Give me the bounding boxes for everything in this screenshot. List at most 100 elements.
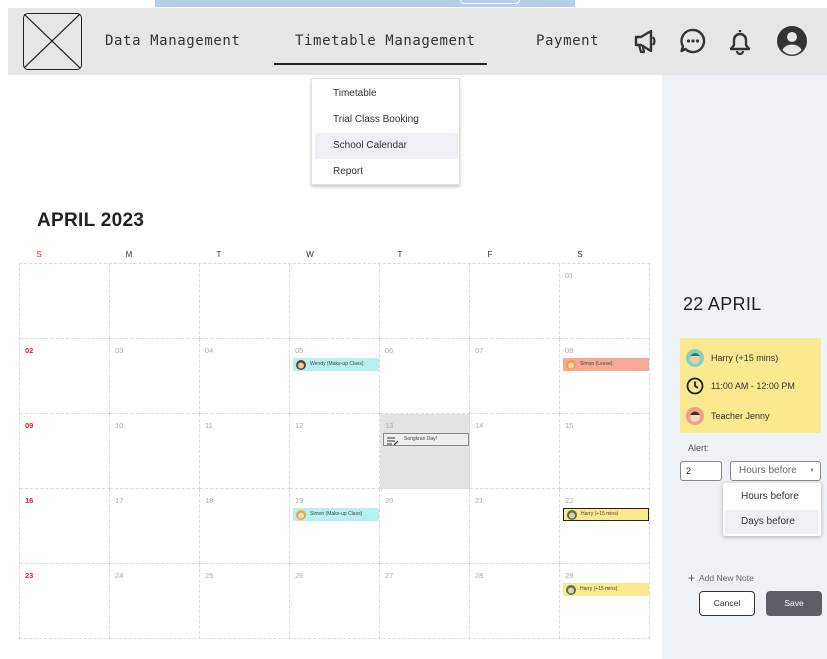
teacher-row: Teacher Jenny [684, 406, 819, 426]
event-makeup-class[interactable]: Wendy (Make-up Class) [293, 358, 379, 371]
option-days-before[interactable]: Days before [725, 510, 818, 534]
day-number: 18 [205, 496, 214, 505]
calendar-day[interactable]: 05 Wendy (Make-up Class) [290, 339, 380, 414]
calendar-day[interactable] [200, 264, 290, 339]
day-number: 08 [565, 346, 574, 355]
logo-placeholder[interactable] [23, 13, 82, 70]
day-number: 23 [25, 571, 34, 580]
event-extended-class[interactable]: Harry (+15 mins) [563, 583, 649, 596]
calendar-day[interactable]: 08 Simon (Leave) [560, 339, 650, 414]
day-number: 28 [475, 571, 484, 580]
day-number: 14 [475, 421, 484, 430]
event-extended-class-selected[interactable]: Harry (+15 mins) [563, 508, 649, 521]
note-icon [387, 436, 399, 446]
weekday-wednesday: W [306, 250, 314, 259]
event-leave[interactable]: Simon (Leave) [563, 358, 649, 371]
event-label: Simon (Leave) [580, 361, 613, 367]
calendar-day[interactable]: 18 [200, 489, 290, 564]
alert-amount-input[interactable]: 2 [680, 461, 722, 481]
chat-icon[interactable] [679, 27, 707, 55]
megaphone-icon[interactable] [632, 27, 660, 55]
nav-timetable-management[interactable]: Timetable Management [295, 33, 476, 49]
add-note-label: Add New Note [699, 573, 754, 583]
option-hours-before[interactable]: Hours before [723, 485, 821, 509]
calendar-day[interactable]: 23 [20, 564, 110, 639]
weekday-tuesday: T [216, 250, 222, 259]
student-name: Harry (+15 mins) [711, 353, 779, 363]
student-avatar-icon [566, 359, 576, 370]
teacher-name: Teacher Jenny [711, 411, 770, 421]
calendar-day[interactable]: 17 [110, 489, 200, 564]
calendar-grid: 01 02 03 04 05 Wendy (Make-up Class) 06 … [19, 263, 650, 639]
calendar-day[interactable]: 29 Harry (+15 mins) [560, 564, 650, 639]
weekday-saturday: S [577, 250, 583, 259]
student-row: Harry (+15 mins) [684, 348, 819, 368]
day-number: 06 [385, 346, 394, 355]
calendar-day[interactable]: 21 [470, 489, 560, 564]
calendar-day-selected[interactable]: 22 Harry (+15 mins) [560, 489, 650, 564]
calendar-day[interactable] [380, 264, 470, 339]
event-holiday[interactable]: Songkran Day! [383, 433, 469, 446]
calendar-day[interactable] [290, 264, 380, 339]
teacher-avatar-icon [686, 407, 704, 425]
weekday-friday: F [487, 250, 493, 259]
day-number: 12 [295, 421, 304, 430]
bell-icon[interactable] [726, 27, 754, 56]
calendar-day[interactable]: 01 [560, 264, 650, 339]
cancel-button[interactable]: Cancel [699, 591, 755, 616]
calendar-day[interactable]: 07 [470, 339, 560, 414]
calendar-day[interactable]: 15 [560, 414, 650, 489]
calendar-day[interactable]: 26 [290, 564, 380, 639]
chevron-down-icon: ▼ [809, 468, 815, 474]
menu-item-school-calendar[interactable]: School Calendar [315, 133, 458, 159]
menu-item-trial-class-booking[interactable]: Trial Class Booking [312, 107, 459, 133]
save-button[interactable]: Save [766, 591, 822, 616]
calendar-day[interactable]: 14 [470, 414, 560, 489]
menu-item-report[interactable]: Report [312, 159, 459, 185]
alert-unit-options: Hours before Days before [723, 483, 821, 536]
day-number: 10 [115, 421, 124, 430]
calendar-day[interactable]: 02 [20, 339, 110, 414]
calendar-day[interactable]: 19 Simon (Make-up Class) [290, 489, 380, 564]
day-number: 03 [115, 346, 124, 355]
event-detail-card: Harry (+15 mins) 11:00 AM - 12:00 PM Tea… [680, 338, 821, 433]
calendar-day[interactable]: 11 [200, 414, 290, 489]
day-number: 27 [385, 571, 394, 580]
calendar-day[interactable]: 25 [200, 564, 290, 639]
month-title: APRIL 2023 [37, 210, 145, 231]
calendar-day[interactable] [20, 264, 110, 339]
calendar-day[interactable] [110, 264, 200, 339]
top-banner-strip [155, 0, 575, 7]
account-icon[interactable] [776, 25, 808, 57]
time-row: 11:00 AM - 12:00 PM [684, 376, 819, 396]
day-number: 02 [25, 346, 34, 355]
nav-payment[interactable]: Payment [536, 33, 599, 49]
calendar-day[interactable]: 06 [380, 339, 470, 414]
calendar-day[interactable]: 16 [20, 489, 110, 564]
calendar-day[interactable]: 28 [470, 564, 560, 639]
day-number: 29 [565, 571, 574, 580]
calendar-day[interactable]: 24 [110, 564, 200, 639]
calendar-day[interactable] [470, 264, 560, 339]
nav-data-management[interactable]: Data Management [105, 33, 240, 49]
event-makeup-class[interactable]: Simon (Make-up Class) [293, 508, 379, 521]
add-note-button[interactable]: + Add New Note [688, 571, 754, 585]
event-label: Harry (+15 mins) [580, 586, 618, 592]
calendar-day[interactable]: 03 [110, 339, 200, 414]
student-avatar-icon [296, 359, 306, 370]
day-number: 26 [295, 571, 304, 580]
calendar-day[interactable]: 04 [200, 339, 290, 414]
event-label: Simon (Make-up Class) [310, 511, 363, 517]
nav-active-underline [274, 63, 487, 65]
day-number: 05 [295, 346, 304, 355]
calendar-day[interactable]: 20 [380, 489, 470, 564]
alert-unit-select[interactable]: Hours before ▼ [730, 461, 821, 481]
calendar-day[interactable]: 09 [20, 414, 110, 489]
student-avatar-icon [296, 509, 306, 520]
calendar-day[interactable]: 10 [110, 414, 200, 489]
calendar-day[interactable]: 12 [290, 414, 380, 489]
calendar-day[interactable]: 27 [380, 564, 470, 639]
calendar-day-holiday[interactable]: 13 Songkran Day! [380, 414, 470, 489]
day-number: 01 [565, 271, 574, 280]
menu-item-timetable[interactable]: Timetable [312, 81, 459, 107]
